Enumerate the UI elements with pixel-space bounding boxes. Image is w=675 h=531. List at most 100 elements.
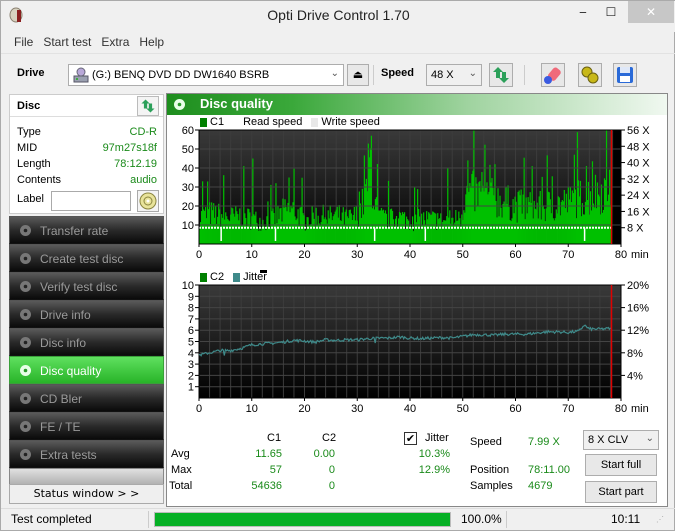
y-tick-label: 9: [188, 291, 194, 303]
y2-tick-label: 8 X: [627, 223, 644, 235]
y2-tick-label: 16 X: [627, 206, 650, 218]
disc-icon: [20, 253, 31, 264]
nav-create-test-disc[interactable]: Create test disc: [9, 244, 164, 272]
maximize-button[interactable]: ☐: [597, 1, 625, 23]
refresh-icon: [493, 67, 509, 83]
disc-label-key: Label: [17, 193, 44, 205]
jitter-checkbox[interactable]: ✔: [404, 432, 417, 445]
resize-grip-icon[interactable]: ⋰: [656, 515, 666, 525]
x-tick-label: 30: [351, 249, 363, 261]
y-tick-label: 5: [188, 337, 194, 349]
y2-tick-label: 32 X: [627, 174, 650, 186]
disc-mid-row: MID 97m27s18f: [17, 142, 157, 156]
nav-label: Verify test disc: [40, 280, 118, 294]
close-button[interactable]: ✕: [628, 1, 674, 23]
stats-total-c2: 0: [328, 480, 335, 492]
x-tick-label: 20: [298, 403, 310, 415]
start-part-button[interactable]: Start part: [585, 481, 657, 503]
y2-tick-label: 20%: [627, 280, 649, 292]
x-axis-label: min: [631, 403, 649, 415]
run-position-value: 78:11.00: [528, 464, 570, 476]
disc-icon: [20, 225, 31, 236]
disc-type-value: CD-R: [129, 126, 158, 138]
menu-help[interactable]: Help: [134, 32, 169, 52]
save-icon: [617, 67, 633, 83]
disc-icon: [174, 99, 185, 110]
x-tick-label: 60: [509, 403, 521, 415]
disc-title: Disc: [17, 100, 41, 112]
nav-label: FE / TE: [40, 420, 81, 434]
refresh-icon: [141, 99, 155, 113]
stats-avg-c2: 0.00: [313, 448, 335, 460]
y2-tick-label: 4%: [627, 370, 643, 382]
y-tick-label: 10: [182, 220, 194, 232]
speed-select[interactable]: 48 X ⌄: [426, 64, 482, 86]
jitter-avg: 10.3%: [418, 448, 450, 460]
y-tick-label: 1: [188, 382, 194, 394]
settings-button[interactable]: [578, 63, 602, 87]
nav-transfer-rate[interactable]: Transfer rate: [9, 216, 164, 244]
disc-mid-value: 97m27s18f: [102, 142, 157, 154]
nav-label: Extra tests: [40, 448, 97, 462]
disc-refresh-button[interactable]: [137, 96, 159, 116]
disc-type-key: Type: [17, 126, 41, 138]
status-divider: [506, 511, 507, 528]
disc-info-panel: Disc Type CD-R MID 97m27s18f Length 78:1…: [9, 94, 164, 214]
test-speed-select[interactable]: 8 X CLV ⌄: [583, 430, 659, 450]
start-full-button[interactable]: Start full: [585, 454, 657, 476]
minimize-button[interactable]: ‒: [569, 1, 597, 23]
stats-col-c2: C2: [322, 432, 337, 444]
disc-label-button[interactable]: [137, 190, 159, 212]
y2-tick-label: 12%: [627, 325, 649, 337]
x-tick-label: 40: [404, 403, 416, 415]
x-tick-label: 30: [351, 403, 363, 415]
disc-label-input[interactable]: [51, 191, 131, 211]
run-speed-text: 7.99 X: [528, 436, 560, 448]
stats-col-c1: C1: [267, 432, 282, 444]
x-tick-label: 80: [615, 403, 627, 415]
test-speed-value: 8 X CLV: [588, 434, 629, 446]
refresh-speed-button[interactable]: [489, 63, 513, 87]
test-nav: Transfer rate Create test disc Verify te…: [9, 216, 164, 493]
y-tick-label: 10: [182, 280, 194, 292]
nav-cd-bler[interactable]: CD Bler: [9, 384, 164, 412]
x-tick-label: 60: [509, 249, 521, 261]
disc-mid-key: MID: [17, 142, 38, 154]
disc-length-row: Length 78:12.19: [17, 158, 157, 172]
eject-icon: ⏏: [352, 68, 364, 81]
nav-label: Transfer rate: [40, 224, 109, 238]
nav-disc-quality[interactable]: Disc quality: [9, 356, 164, 384]
drive-label: Drive: [17, 67, 45, 79]
progress-fill: [155, 513, 450, 526]
legend-marker: [260, 270, 267, 273]
status-window-button[interactable]: Status window > >: [9, 484, 164, 504]
menu-extra[interactable]: Extra: [96, 32, 134, 52]
drive-select[interactable]: (G:) BENQ DVD DD DW1640 BSRB ⌄: [68, 64, 344, 86]
run-position-text: 78:11.00: [528, 464, 571, 476]
run-samples-value: 4679: [528, 480, 552, 492]
status-bar: Test completed 100.0% 10:11 ⋰: [1, 508, 675, 530]
nav-disc-info[interactable]: Disc info: [9, 328, 164, 356]
y-tick-label: 50: [182, 144, 194, 156]
nav-verify-test-disc[interactable]: Verify test disc: [9, 272, 164, 300]
nav-drive-info[interactable]: Drive info: [9, 300, 164, 328]
disc-icon: [20, 365, 31, 376]
menu-file[interactable]: File: [9, 32, 38, 52]
y-tick-label: 4: [188, 348, 194, 360]
x-tick-label: 10: [246, 249, 258, 261]
nav-fe-te[interactable]: FE / TE: [9, 412, 164, 440]
y2-tick-label: 48 X: [627, 141, 650, 153]
nav-label: Create test disc: [40, 252, 124, 266]
save-button[interactable]: [613, 63, 637, 87]
menu-start-test[interactable]: Start test: [38, 32, 96, 52]
progress-bar: [154, 512, 451, 527]
nav-extra-tests[interactable]: Extra tests: [9, 440, 164, 468]
y-tick-label: 40: [182, 163, 194, 175]
title-bar: Opti Drive Control 1.70 ‒ ☐ ✕: [1, 1, 675, 32]
x-tick-label: 10: [246, 403, 258, 415]
eject-button[interactable]: ⏏: [347, 64, 369, 86]
speed-label: Speed: [381, 67, 415, 79]
erase-button[interactable]: [541, 63, 565, 87]
disc-icon: [20, 309, 31, 320]
nav-label: Drive info: [40, 308, 91, 322]
